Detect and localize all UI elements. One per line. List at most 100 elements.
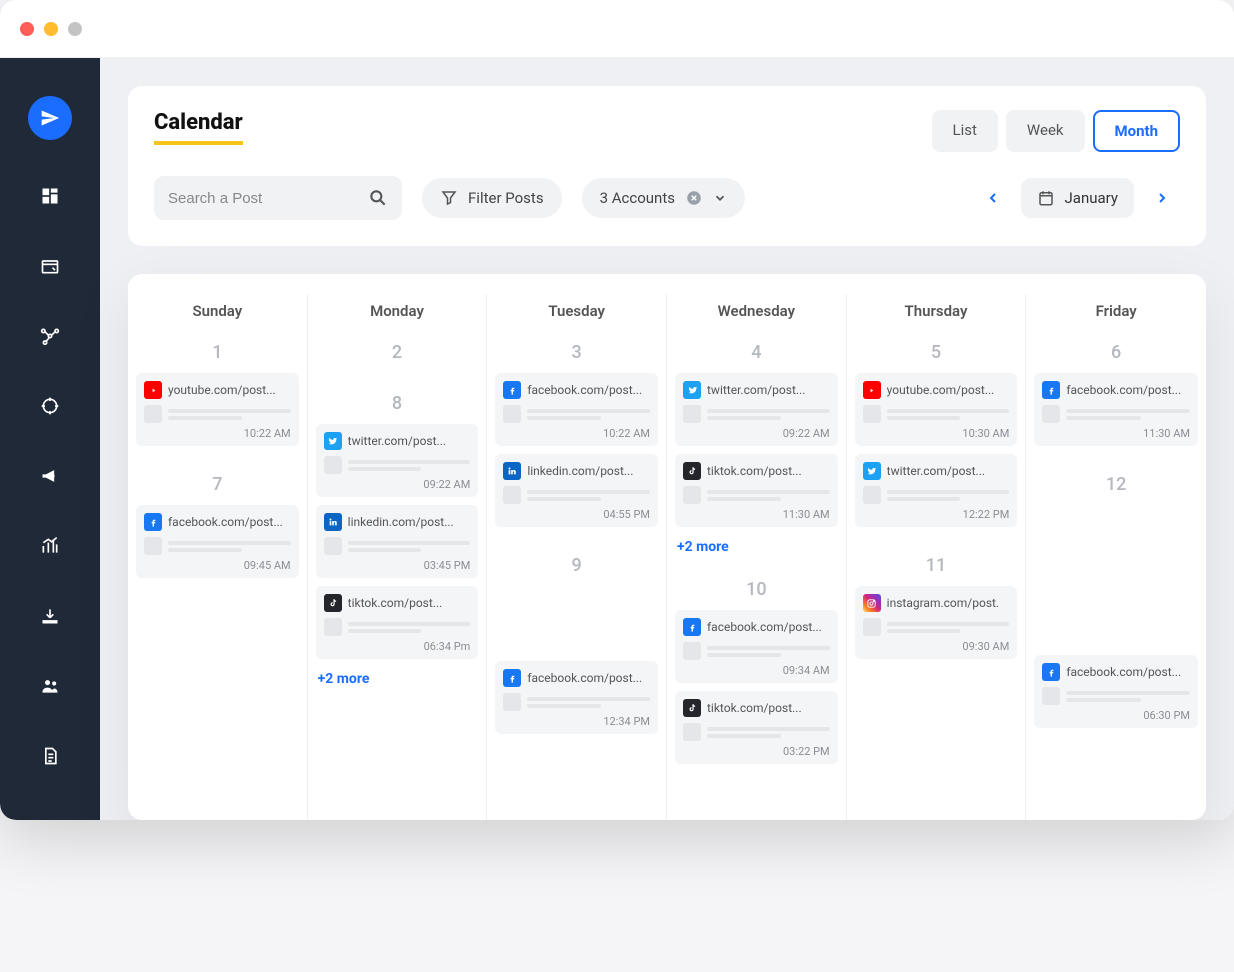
calendar-event[interactable]: tiktok.com/post...11:30 AM [675,454,838,527]
facebook-icon [1042,663,1060,681]
nav-analytics-icon[interactable] [36,532,64,560]
next-month-button[interactable] [1144,180,1180,216]
event-preview [527,490,650,501]
calendar-event[interactable]: linkedin.com/post...03:45 PM [316,505,479,578]
event-preview [887,490,1010,501]
nav-network-icon[interactable] [36,322,64,350]
view-tabs: List Week Month [932,110,1180,152]
nav-dashboard-icon[interactable] [36,182,64,210]
calendar-event[interactable]: twitter.com/post...09:22 AM [316,424,479,497]
view-tab-list[interactable]: List [932,110,998,152]
event-thumbnail [144,537,162,555]
day-header: Sunday [136,294,299,334]
search-icon[interactable] [368,188,388,208]
event-title: instagram.com/post. [887,596,1010,610]
calendar-event[interactable]: facebook.com/post...10:22 AM [495,373,658,446]
date-number: 9 [495,547,658,586]
nav-megaphone-icon[interactable] [36,462,64,490]
accounts-button[interactable]: 3 Accounts [582,178,745,218]
event-title: facebook.com/post... [707,620,830,634]
event-time: 10:22 AM [503,427,650,440]
date-number: 11 [855,547,1018,586]
event-thumbnail [144,405,162,423]
calendar-event[interactable]: facebook.com/post...11:30 AM [1034,373,1198,446]
event-thumbnail [503,693,521,711]
nav-download-icon[interactable] [36,602,64,630]
calendar-event[interactable]: tiktok.com/post...03:22 PM [675,691,838,764]
search-input[interactable] [168,190,368,207]
calendar-event[interactable]: facebook.com/post...12:34 PM [495,661,658,734]
event-title: twitter.com/post... [887,464,1010,478]
calendar-event[interactable]: youtube.com/post...10:30 AM [855,373,1018,446]
date-number: 8 [316,385,479,424]
event-time: 09:22 AM [683,427,830,440]
prev-month-button[interactable] [975,180,1011,216]
event-title: facebook.com/post... [1066,383,1190,397]
nav-document-icon[interactable] [36,742,64,770]
nav-team-icon[interactable] [36,672,64,700]
date-number: 2 [316,334,479,373]
date-number: 3 [495,334,658,373]
event-title: linkedin.com/post... [527,464,650,478]
tiktok-icon [324,594,342,612]
window-maximize-icon[interactable] [68,22,82,36]
calendar-event[interactable]: twitter.com/post...12:22 PM [855,454,1018,527]
calendar-column: Monday28twitter.com/post...09:22 AMlinke… [308,294,488,820]
event-title: tiktok.com/post... [707,464,830,478]
event-time: 09:34 AM [683,664,830,677]
calendar-event[interactable]: twitter.com/post...09:22 AM [675,373,838,446]
calendar-event[interactable]: youtube.com/post...10:22 AM [136,373,299,446]
event-time: 06:30 PM [1042,709,1190,722]
calendar-event[interactable]: linkedin.com/post...04:55 PM [495,454,658,527]
date-number: 1 [136,334,299,373]
twitter-icon [324,432,342,450]
calendar-event[interactable]: instagram.com/post.09:30 AM [855,586,1018,659]
calendar-card: Sunday1youtube.com/post...10:22 AM7faceb… [128,274,1206,820]
clear-icon[interactable] [685,189,703,207]
event-title: facebook.com/post... [1066,665,1190,679]
filter-button[interactable]: Filter Posts [422,178,562,218]
event-time: 10:30 AM [863,427,1010,440]
facebook-icon [503,381,521,399]
view-tab-week[interactable]: Week [1006,110,1085,152]
calendar-column: Tuesday3facebook.com/post...10:22 AMlink… [487,294,667,820]
event-preview [1066,409,1190,420]
view-tab-month[interactable]: Month [1093,110,1180,152]
event-preview [887,409,1010,420]
app-body: Calendar List Week Month Filter Posts [0,58,1234,820]
event-time: 03:22 PM [683,745,830,758]
calendar-event[interactable]: tiktok.com/post...06:34 Pm [316,586,479,659]
event-title: twitter.com/post... [348,434,471,448]
more-link[interactable]: +2 more [675,535,838,559]
event-preview [887,622,1010,633]
event-preview [348,541,471,552]
twitter-icon [683,381,701,399]
nav-target-icon[interactable] [36,392,64,420]
linkedin-icon [503,462,521,480]
calendar-icon [1037,189,1055,207]
calendar-event[interactable]: facebook.com/post... 06:30 PM [1034,655,1198,728]
event-preview [707,409,830,420]
more-link[interactable]: +2 more [316,667,479,691]
event-preview [168,409,291,420]
date-number: 10 [675,571,838,610]
event-thumbnail [1042,405,1060,423]
calendar-column: Friday6facebook.com/post...11:30 AM12fac… [1026,294,1206,820]
month-selector[interactable]: January [1021,178,1134,218]
calendar-event[interactable]: facebook.com/post...09:45 AM [136,505,299,578]
event-thumbnail [683,642,701,660]
search-box[interactable] [154,176,402,220]
event-thumbnail [324,618,342,636]
nav-compose-icon[interactable] [28,96,72,140]
date-number: 6 [1034,334,1198,373]
accounts-label: 3 Accounts [600,189,675,207]
calendar-column: Thursday5youtube.com/post...10:30 AMtwit… [847,294,1027,820]
date-number: 7 [136,466,299,505]
nav-calendar-icon[interactable] [36,252,64,280]
event-preview [1066,691,1190,702]
page-title: Calendar [154,110,243,145]
window-close-icon[interactable] [20,22,34,36]
linkedin-icon [324,513,342,531]
calendar-event[interactable]: facebook.com/post... 09:34 AM [675,610,838,683]
window-minimize-icon[interactable] [44,22,58,36]
